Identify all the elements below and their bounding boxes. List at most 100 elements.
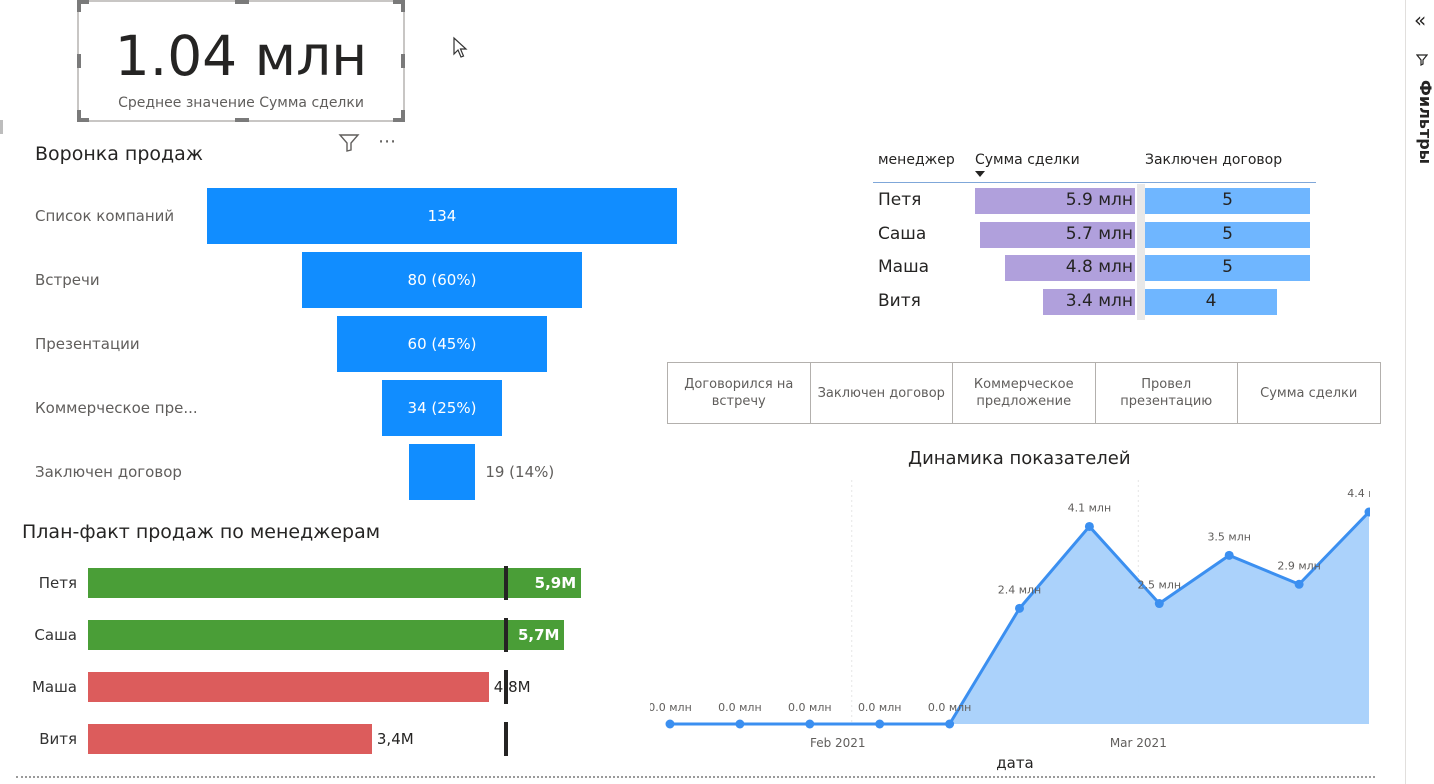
resize-handle-tr-v[interactable] [401, 0, 405, 12]
table-header-divider [873, 182, 1316, 183]
table-header-manager[interactable]: менеджер [878, 152, 955, 168]
resize-handle-bl-v[interactable] [77, 110, 81, 122]
data-label: 0.0 млн [650, 701, 692, 714]
sum-cell-value[interactable]: 5.7 млн [975, 224, 1133, 244]
area-chart: 0.0 млн 0.0 млн 0.0 млн 0.0 млн 0.0 млн 2.4 м… [650, 480, 1370, 772]
data-point[interactable] [945, 719, 955, 729]
data-label: 2.9 млн [1277, 559, 1321, 572]
resize-handle-tl-v[interactable] [77, 0, 81, 12]
sum-cell-value[interactable]: 4.8 млн [975, 257, 1133, 277]
funnel-value-label: 34 (25%) [407, 399, 477, 417]
funnel-value-label: 134 [427, 207, 457, 225]
kpi-label: Среднее значение Сумма сделки [118, 95, 364, 111]
funnel-title: Воронка продаж [35, 143, 203, 165]
plan-fact-value-label: 5,7M [517, 626, 560, 644]
funnel-value-label: 80 (60%) [407, 271, 477, 289]
resize-handle-top[interactable] [235, 0, 249, 4]
resize-handle-br-v[interactable] [401, 110, 405, 122]
plan-fact-target-marker [503, 670, 508, 704]
canvas-bottom-border [16, 776, 1375, 778]
funnel-stage-label: Встречи [35, 271, 100, 289]
chart-title: Динамика показателей [908, 448, 1131, 469]
table-row-name[interactable]: Саша [878, 224, 926, 244]
contract-cell-value[interactable]: 5 [1145, 257, 1310, 277]
plan-fact-manager-label: Саша [34, 626, 77, 644]
contract-cell-value[interactable]: 5 [1145, 224, 1310, 244]
data-point[interactable] [1015, 603, 1024, 613]
plan-fact-target-marker [503, 618, 508, 652]
table-row-name[interactable]: Петя [878, 190, 921, 210]
plan-fact-target-marker [503, 722, 508, 756]
data-label: 3.5 млн [1207, 530, 1251, 543]
area-fill [670, 512, 1369, 724]
data-point[interactable] [1084, 521, 1094, 531]
mouse-pointer-icon [453, 36, 468, 58]
plan-fact-bar[interactable] [88, 620, 564, 650]
data-point[interactable] [1294, 579, 1304, 589]
data-point[interactable] [1224, 550, 1234, 560]
funnel-icon [1416, 54, 1428, 66]
resize-handle-left[interactable] [77, 54, 81, 68]
canvas-edge-marker [0, 120, 3, 134]
plan-fact-value-label: 4,8M [493, 678, 531, 696]
funnel-value-label: 60 (45%) [407, 335, 477, 353]
plan-fact-value-label: 5,9M [534, 574, 577, 592]
data-label: 2.5 млн [1138, 579, 1182, 592]
funnel-stage-label: Коммерческое пре... [35, 399, 198, 417]
data-label: 2.4 млн [998, 583, 1042, 596]
double-chevron-left-icon[interactable]: « [1414, 8, 1426, 32]
data-label: 0.0 млн [718, 701, 762, 714]
filter-icon[interactable] [338, 133, 360, 153]
resize-handle-right[interactable] [401, 54, 405, 68]
x-axis-title: дата [996, 754, 1034, 772]
plan-fact-value-label: 3,4M [376, 730, 414, 748]
x-tick-label: Mar 2021 [1110, 736, 1167, 750]
table-row-name[interactable]: Витя [878, 291, 921, 311]
plan-fact-bar[interactable] [88, 724, 372, 754]
sort-descending-icon [975, 171, 985, 177]
more-options-icon[interactable]: ⋯ [378, 131, 397, 152]
contract-cell-value[interactable]: 5 [1145, 190, 1310, 210]
table-header-sum[interactable]: Сумма сделки [975, 152, 1080, 168]
data-point[interactable] [1154, 599, 1164, 609]
resize-handle-bottom[interactable] [235, 118, 249, 122]
data-point[interactable] [665, 719, 675, 729]
kpi-value: 1.04 млн [114, 24, 368, 88]
filters-pane[interactable]: « Фильтры [1405, 0, 1434, 784]
metric-button[interactable]: Договорился на встречу [667, 362, 811, 424]
table-header-contract[interactable]: Заключен договор [1145, 152, 1282, 168]
data-point[interactable] [875, 719, 885, 729]
funnel-stage-label: Презентации [35, 335, 140, 353]
data-label: 0.0 млн [788, 701, 832, 714]
funnel-bar[interactable] [408, 444, 476, 500]
plan-fact-target-marker [503, 566, 508, 600]
kpi-card[interactable]: 1.04 млн Среднее значение Сумма сделки [77, 0, 405, 122]
plan-fact-bar[interactable] [88, 672, 489, 702]
metric-button[interactable]: Сумма сделки [1237, 362, 1381, 424]
data-label: 0.0 млн [858, 701, 902, 714]
filters-pane-label: Фильтры [1416, 80, 1434, 165]
plan-fact-title: План-факт продаж по менеджерам [22, 521, 381, 543]
table-row-name[interactable]: Маша [878, 257, 929, 277]
metric-button[interactable]: Заключен договор [809, 362, 953, 424]
sum-cell-value[interactable]: 5.9 млн [975, 190, 1133, 210]
contract-cell-value[interactable]: 4 [1145, 291, 1277, 311]
plan-fact-manager-label: Петя [38, 574, 77, 592]
metric-button[interactable]: Провел презентацию [1094, 362, 1238, 424]
visual-header-tools: ⋯ [336, 131, 406, 155]
report-canvas: 1.04 млн Среднее значение Сумма сделки ⋯… [0, 0, 1405, 784]
plan-fact-manager-label: Маша [31, 678, 77, 696]
metric-button[interactable]: Коммерческое предложение [952, 362, 1096, 424]
data-label: 4.4 млн [1347, 487, 1370, 500]
sum-cell-value[interactable]: 3.4 млн [975, 291, 1133, 311]
funnel-stage-label: Заключен договор [35, 463, 182, 481]
plan-fact-manager-label: Витя [39, 730, 77, 748]
x-tick-label: Feb 2021 [810, 736, 866, 750]
data-label: 0.0 млн [928, 701, 972, 714]
funnel-value-label: 19 (14%) [485, 463, 555, 481]
data-point[interactable] [805, 719, 815, 729]
table-column-separator [1137, 184, 1145, 320]
data-label: 4.1 млн [1068, 501, 1112, 514]
funnel-stage-label: Список компаний [35, 207, 175, 225]
data-point[interactable] [735, 719, 745, 729]
